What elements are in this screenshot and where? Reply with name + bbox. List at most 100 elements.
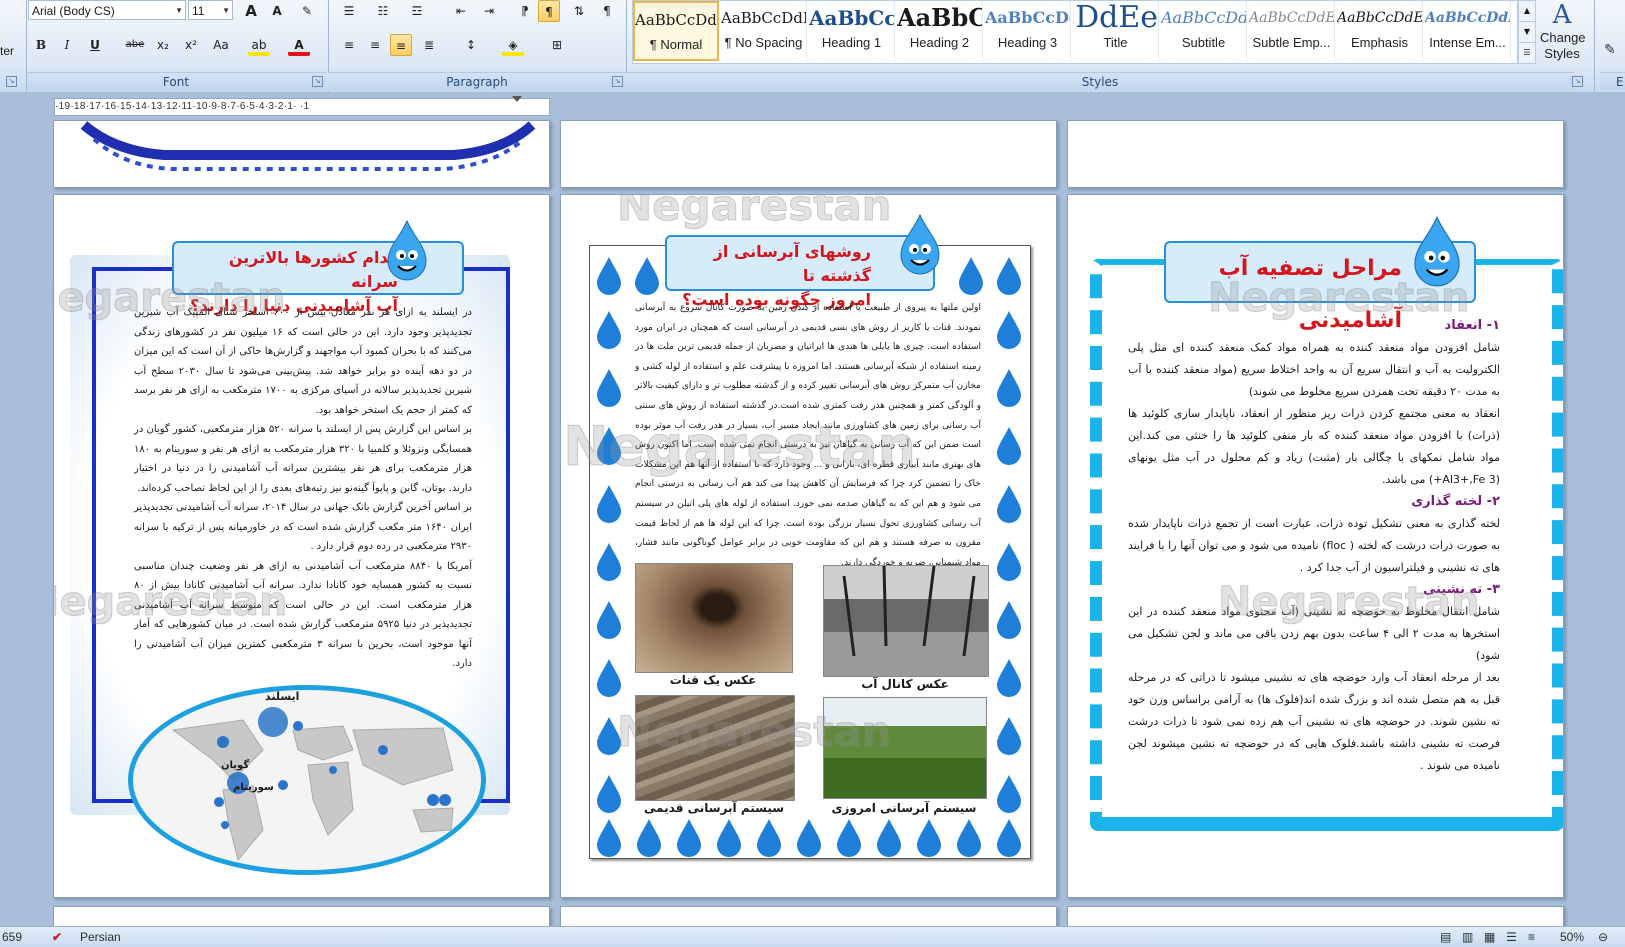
font-name-combo[interactable]: Arial (Body CS) ▼ [28,0,186,20]
paragraph: بر اساس آخرین گزارش بانک جهانی در سال ۲۰… [134,502,472,552]
ornament-border [80,121,536,171]
clipboard-dialog-launcher-icon[interactable]: ↘ [6,76,17,87]
caption-qanat: عکس یک قنات [669,673,757,687]
caption-canal: عکس کانال آب [861,677,949,691]
style-sample: AaBbCcDdEe [1337,10,1422,26]
show-marks-button[interactable]: ¶ [596,0,618,22]
indent-marker-icon[interactable] [512,96,522,102]
water-drop-mascot-icon [1414,215,1460,287]
style-name: Heading 3 [997,35,1058,50]
styles-dialog-launcher-icon[interactable]: ↘ [1572,76,1583,87]
map-label-guyana: گویان [221,760,250,771]
page-right[interactable]: مراحل تصفیه آب آشامیدنی ۱- انعقاد شامل ا… [1067,194,1564,898]
line-spacing-button[interactable]: ↕ [460,34,482,56]
style-intense-emphasis[interactable]: AaBbCcDdEe Intense Em... [1425,1,1511,61]
draft-view-icon[interactable]: ≡ [1528,927,1535,947]
page-left-text: در ایسلند به ازای هر نفر معادل بیش از ۶۰… [134,303,472,674]
section-heading-coagulation: ۱- انعقاد [1444,318,1500,333]
italic-button[interactable]: I [56,34,78,56]
change-case-button[interactable]: Aa [210,34,232,56]
increase-indent-button[interactable]: ⇥ [478,0,500,22]
ribbon: ter Arial (Body CS) ▼ 11 ▼ A A ✎ B I U abe… [0,0,1625,93]
style-sample: AaBbCcDdEe [897,3,982,32]
paragraph-dialog-launcher-icon[interactable]: ↘ [612,76,623,87]
grow-font-button[interactable]: A [240,0,262,22]
page-bottom-right[interactable] [1067,906,1564,928]
page-bottom-middle[interactable] [560,906,1057,928]
trees-icon [842,566,976,657]
numbering-button[interactable]: ☷ [372,0,394,22]
page-top-middle[interactable] [560,120,1057,188]
style-subtle-emphasis[interactable]: AaBbCcDdEe Subtle Emp... [1249,1,1335,61]
change-styles-button[interactable]: A Change Styles [1540,0,1586,68]
paragraph-group-label: Paragraph [328,72,626,91]
superscript-button[interactable]: x² [180,34,202,56]
style-normal[interactable]: AaBbCcDdEe ¶ Normal [633,1,719,61]
style-title[interactable]: AaBbCcDdEe Title [1073,1,1159,61]
zoom-level[interactable]: 50% [1560,927,1584,947]
style-heading-3[interactable]: AaBbCcDdEe Heading 3 [985,1,1071,61]
underline-button[interactable]: U [84,34,106,56]
justify-button[interactable]: ≣ [418,34,440,56]
zoom-out-icon[interactable]: ⊖ [1598,927,1608,947]
style-sample: AaBbCcDdEe [1425,10,1510,26]
page-middle-title: روشهای آبرسانی از گذشته تا امروز چگونه ب… [665,235,935,309]
style-heading-2[interactable]: AaBbCcDdEe Heading 2 [897,1,983,61]
group-divider [1594,0,1595,92]
style-no-spacing[interactable]: AaBbCcDdEe ¶ No Spacing [721,1,807,61]
subscript-button[interactable]: x₂ [152,34,174,56]
sort-button[interactable]: ⇅ [568,0,590,22]
photo-new-system [823,697,987,799]
print-layout-view-icon[interactable]: ▤ [1440,927,1451,947]
web-layout-view-icon[interactable]: ▦ [1484,927,1495,947]
outline-view-icon[interactable]: ☰ [1506,927,1517,947]
section-heading-sedimentation: ۳- ته نشینی [1422,582,1500,597]
map-label-suriname: سورینام [233,782,274,793]
gallery-scroll-up-icon[interactable]: ▲ [1518,0,1536,22]
page-middle-text: اولین ملتها به پیروی از طبیعت یا استفاده… [635,303,981,568]
style-emphasis[interactable]: AaBbCcDdEe Emphasis [1337,1,1423,61]
font-dialog-launcher-icon[interactable]: ↘ [312,76,323,87]
font-size-combo[interactable]: 11 ▼ [188,0,233,20]
decrease-indent-button[interactable]: ⇤ [450,0,472,22]
bullets-button[interactable]: ☰ [338,0,360,22]
clear-formatting-button[interactable]: ✎ [296,0,318,22]
highlight-button[interactable]: ab [248,34,270,56]
font-color-button[interactable]: A [288,34,310,56]
chevron-down-icon[interactable]: ▼ [175,1,183,21]
shrink-font-button[interactable]: A [266,0,288,22]
shading-button[interactable]: ◈ [502,34,524,56]
strikethrough-button[interactable]: abe [124,34,146,56]
style-sample: AaBbCcDdEe [809,6,894,30]
style-name: Subtitle [1181,35,1226,50]
gallery-scroll-down-icon[interactable]: ▼ [1518,21,1536,43]
page-number-status[interactable]: 659 [2,927,22,947]
align-right-button[interactable]: ≡ [390,34,412,56]
horizontal-ruler[interactable]: ·19·18·17·16·15·14·13·12·11·10·9·8·7·6·5… [54,98,550,116]
align-left-button[interactable]: ≡ [338,34,360,56]
style-subtitle[interactable]: AaBbCcDdEe Subtitle [1161,1,1247,61]
align-center-button[interactable]: ≡ [364,34,386,56]
borders-button[interactable]: ⊞ [546,34,568,56]
page-top-right[interactable] [1067,120,1564,188]
style-heading-1[interactable]: AaBbCcDdEe Heading 1 [809,1,895,61]
water-drop-mascot-icon [387,219,427,281]
page-left[interactable]: کدام کشورها بالاترین سرانه آب آشامیدنی د… [53,194,550,898]
water-drop-mascot-icon [900,213,940,275]
ltr-button[interactable]: ⁋ [514,0,536,22]
page-top-left[interactable] [53,120,550,188]
multilevel-list-button[interactable]: ☲ [406,0,428,22]
rtl-button[interactable]: ¶ [538,0,560,22]
paragraph: لخته گذاری به معنی تشکیل توده ذرات، عبار… [1128,517,1501,574]
full-screen-view-icon[interactable]: ▥ [1462,927,1473,947]
gallery-more-icon[interactable]: ☰ [1518,42,1536,64]
language-status[interactable]: Persian [80,927,121,947]
page-middle[interactable]: روشهای آبرسانی از گذشته تا امروز چگونه ب… [560,194,1057,898]
style-sample: AaBbCcDdEe [1161,8,1246,27]
page-bottom-left[interactable] [53,906,550,928]
proofing-error-icon[interactable]: ✔ [52,927,62,947]
ruler-ticks: ·19·18·17·16·15·14·13·12·11·10·9·8·7·6·5… [55,101,310,112]
chevron-down-icon[interactable]: ▼ [222,1,230,21]
bold-button[interactable]: B [30,34,52,56]
find-icon[interactable]: ✎ [1604,42,1616,58]
